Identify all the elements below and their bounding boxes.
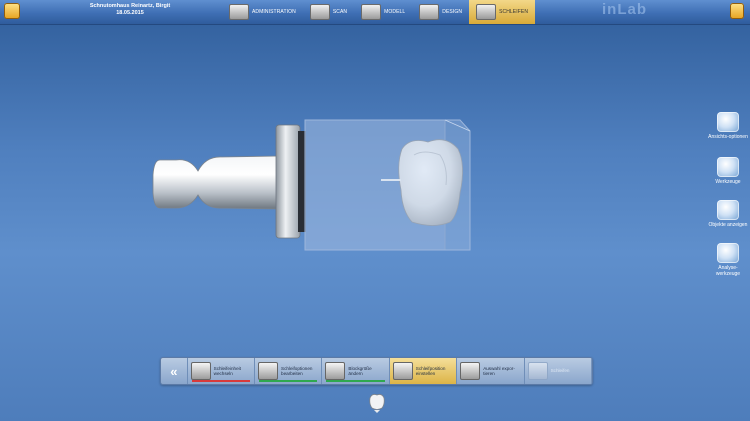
holder-shaft bbox=[152, 155, 281, 210]
grinding-block-scene bbox=[152, 119, 471, 251]
status-underline bbox=[326, 380, 385, 382]
top-bar: Schnutomhaus Reinartz, Birgit 18.05.2015… bbox=[0, 0, 750, 25]
toolbar-button-label: Blockgröße ändern bbox=[348, 365, 372, 377]
phase-label: ADMINISTRATION bbox=[252, 9, 296, 15]
phase-scan[interactable]: SCAN bbox=[303, 0, 354, 24]
toolbar-button-export-selection[interactable]: Auswahl expor-tieren bbox=[457, 358, 525, 384]
toolbar-button-change-block-size[interactable]: Blockgröße ändern bbox=[322, 358, 390, 384]
toolbar-button-set-grinding-position[interactable]: Schleifposition einstellen bbox=[389, 358, 458, 384]
model-icon bbox=[361, 4, 382, 20]
scan-icon bbox=[309, 4, 330, 20]
phase-model[interactable]: MODELL bbox=[354, 0, 412, 24]
phase-design[interactable]: DESIGN bbox=[412, 0, 469, 24]
status-underline bbox=[259, 380, 318, 382]
grinding-options-icon bbox=[258, 362, 279, 380]
side-tool-view-options[interactable]: Ansichts-optionen bbox=[708, 112, 748, 140]
side-tool-tools[interactable]: Werkzeuge bbox=[708, 157, 748, 185]
administration-icon bbox=[229, 4, 249, 20]
grinding-icon bbox=[476, 4, 497, 20]
show-objects-icon bbox=[717, 200, 739, 220]
phase-label: SCHLEIFEN bbox=[499, 9, 529, 15]
double-chevron-left-icon: « bbox=[170, 363, 178, 379]
side-tool-label: Objekte anzeigen bbox=[708, 222, 748, 228]
side-tool-show-objects[interactable]: Objekte anzeigen bbox=[708, 200, 748, 228]
analysis-tools-icon bbox=[717, 243, 739, 263]
phase-administration[interactable]: ADMINISTRATION bbox=[222, 0, 303, 24]
brand-logo: inLab bbox=[602, 1, 647, 18]
bottom-toolbar: « Schleifeinheit wechseln Schleifoptione… bbox=[160, 357, 593, 385]
grinding-position-icon bbox=[392, 362, 413, 380]
side-tool-label: Ansichts-optionen bbox=[708, 134, 748, 140]
back-button[interactable]: « bbox=[161, 358, 188, 384]
phase-label: SCAN bbox=[332, 9, 348, 15]
status-underline bbox=[191, 380, 251, 382]
phase-bar: ADMINISTRATION SCAN MODELL DESIGN SCHLEI… bbox=[222, 0, 536, 24]
phase-label: DESIGN bbox=[442, 9, 463, 15]
export-icon bbox=[460, 362, 481, 380]
toolbar-button-grind[interactable]: Schleifen bbox=[525, 358, 592, 384]
toolbar-button-label: Schleifposition einstellen bbox=[415, 365, 446, 377]
patient-date: 18.05.2015 bbox=[116, 10, 144, 16]
grinding-unit-icon bbox=[190, 362, 211, 380]
side-tool-analysis[interactable]: Analyse-werkzeuge bbox=[708, 243, 748, 277]
design-icon bbox=[419, 4, 440, 20]
phase-label: MODELL bbox=[384, 9, 406, 15]
application-menu-icon[interactable] bbox=[4, 3, 20, 19]
tools-icon bbox=[717, 157, 739, 177]
block-front bbox=[304, 119, 471, 251]
side-tool-label: Analyse-werkzeuge bbox=[715, 265, 741, 277]
side-tool-label: Werkzeuge bbox=[715, 179, 741, 185]
toolbar-button-label: Schleifeinheit wechseln bbox=[213, 365, 241, 377]
patient-info: Schnutomhaus Reinartz, Birgit 18.05.2015 bbox=[70, 3, 190, 17]
crown-preview-icon[interactable] bbox=[366, 390, 388, 414]
help-icon[interactable] bbox=[730, 3, 744, 19]
block-size-icon bbox=[325, 362, 346, 380]
phase-grinding[interactable]: SCHLEIFEN bbox=[469, 0, 536, 24]
grind-icon bbox=[527, 362, 548, 380]
toolbar-button-label: Auswahl expor-tieren bbox=[483, 365, 515, 377]
toolbar-button-edit-grinding-options[interactable]: Schleifoptionen bearbeiten bbox=[255, 358, 323, 384]
patient-name: Schnutomhaus Reinartz, Birgit bbox=[89, 3, 171, 9]
toolbar-button-label: Schleifoptionen bearbeiten bbox=[281, 365, 313, 377]
toolbar-button-change-grinding-unit[interactable]: Schleifeinheit wechseln bbox=[188, 358, 256, 384]
view-options-icon bbox=[717, 112, 739, 132]
3d-viewport[interactable] bbox=[0, 25, 700, 355]
toolbar-button-label: Schleifen bbox=[550, 368, 570, 374]
holder-collar bbox=[275, 124, 301, 239]
